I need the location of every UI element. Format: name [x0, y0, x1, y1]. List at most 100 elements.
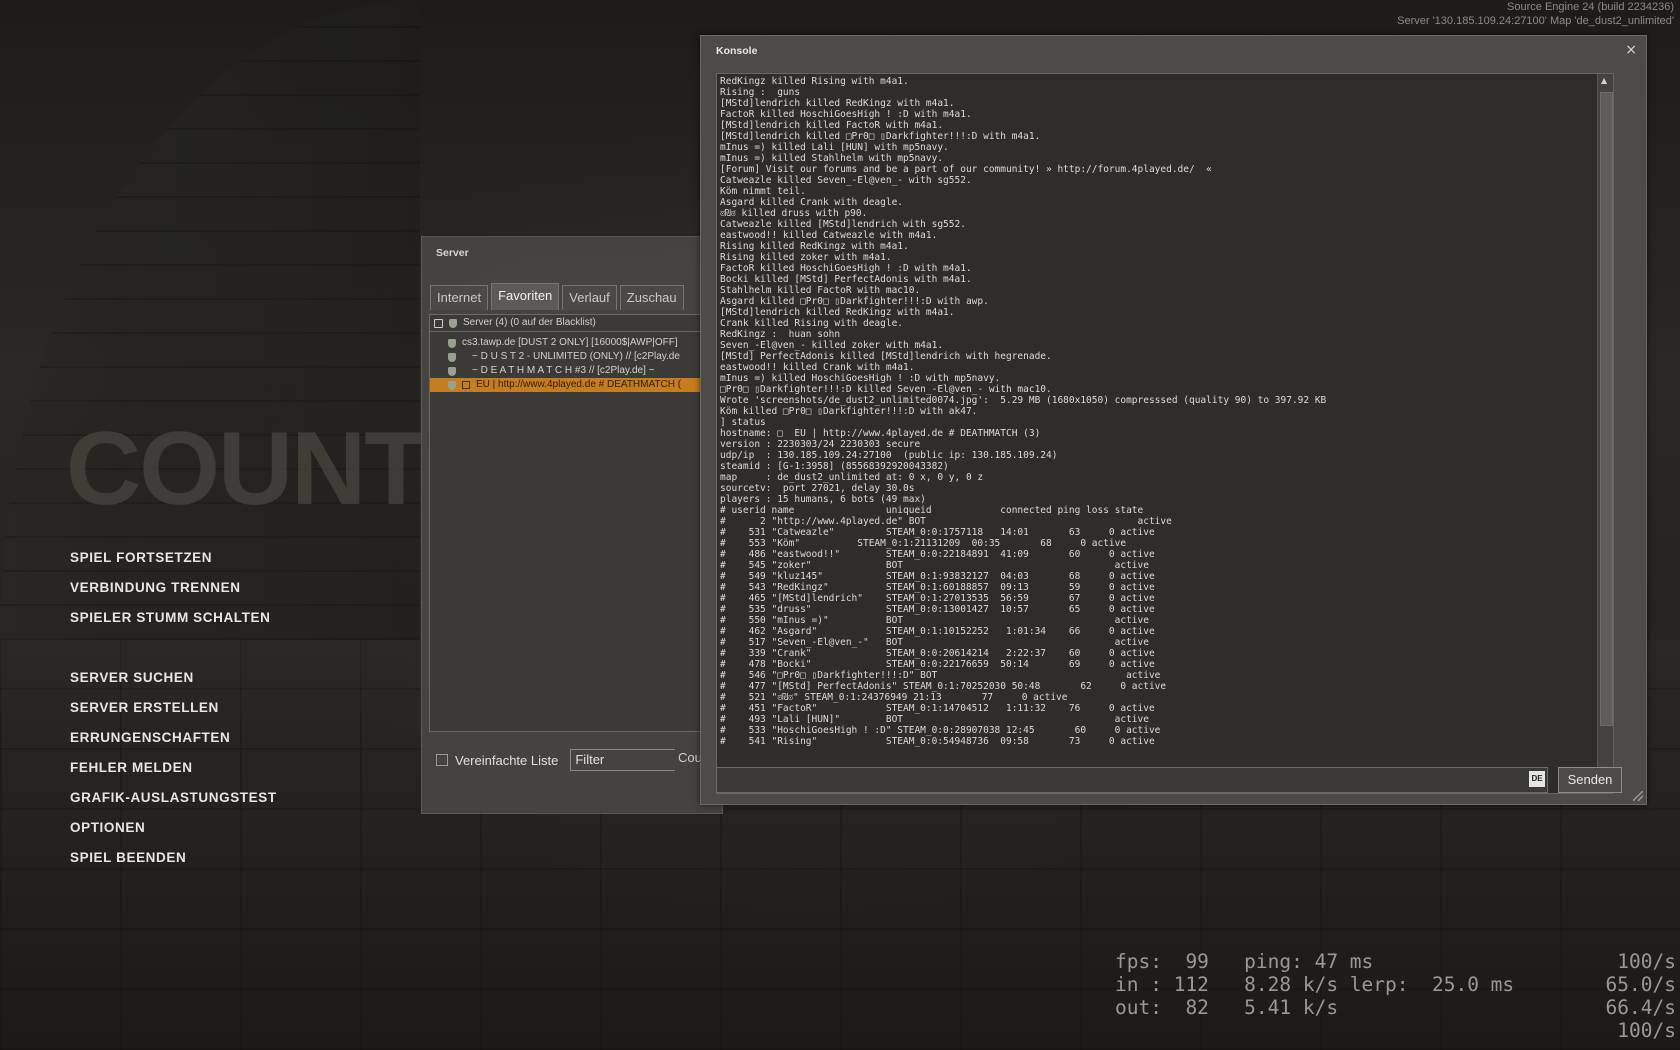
netgraph-fps-ping: fps: 99 ping: 47 ms: [1115, 950, 1374, 973]
console-line: # 546 "□Pr0□ ▯Darkfighter!!!:D" BOT acti…: [720, 670, 1161, 681]
console-line: # 553 "Köm" STEAM_0:1:21131209 00:35 68 …: [720, 538, 1127, 549]
console-line: Rising : guns: [720, 87, 801, 98]
console-line: FactoR killed HoschiGoesHigh ! :D with m…: [720, 263, 972, 274]
tab-spectate[interactable]: Zuschau: [619, 285, 684, 310]
console-line: RedKingz killed Rising with m4a1.: [720, 76, 909, 87]
rate-value: 65.0/s: [1605, 973, 1676, 996]
send-button[interactable]: Senden: [1558, 767, 1622, 793]
menu-quit-game[interactable]: SPIEL BEENDEN: [70, 848, 277, 878]
menu-create-server[interactable]: SERVER ERSTELLEN: [70, 698, 277, 728]
console-line: map : de_dust2_unlimited at: 0 x, 0 y, 0…: [720, 472, 984, 483]
console-log: RedKingz killed Rising with m4a1. Rising …: [716, 73, 1614, 794]
scroll-up-icon[interactable]: ▲: [1601, 76, 1607, 85]
shield-icon: [448, 352, 456, 362]
console-command-input[interactable]: DE: [716, 767, 1548, 793]
console-scrollbar[interactable]: ▲ ▼: [1597, 74, 1613, 793]
server-list-header-label: Server (4) (0 auf der Blacklist): [463, 317, 596, 328]
console-line: [MStd]lendrich killed RedKingz with m4a1…: [720, 307, 955, 318]
server-name: ~ D E A T H M A T C H #3 // [c2Play.de] …: [472, 365, 655, 376]
console-output: RedKingz killed Rising with m4a1. Rising …: [717, 74, 1588, 796]
shield-icon: [448, 380, 456, 390]
server-name: cs3.tawp.de [DUST 2 ONLY] [16000$|AWP|OF…: [462, 337, 678, 348]
filter-button[interactable]: Filter: [570, 749, 676, 771]
console-line: [Forum] Visit our forums and be a part o…: [720, 164, 1212, 175]
console-line: steamid : [G-1:3958] (85568392920043382): [720, 461, 949, 472]
netgraph-in: in : 112 8.28 k/s lerp: 25.0 ms: [1115, 973, 1515, 996]
shield-icon: [449, 318, 457, 328]
background-wall: [0, 0, 420, 640]
console-line: Bocki killed [MStd] PerfectAdonis with m…: [720, 274, 972, 285]
password-square-icon: [462, 381, 470, 389]
server-row[interactable]: cs3.tawp.de [DUST 2 ONLY] [16000$|AWP|OF…: [430, 336, 723, 350]
engine-version: Source Engine 24 (build 2234236): [1507, 1, 1674, 13]
console-line: # 462 "Asgard" STEAM_0:1:10152252 1:01:3…: [720, 626, 1155, 637]
menu-options[interactable]: OPTIONEN: [70, 818, 277, 848]
server-row[interactable]: ~ D U S T 2 - UNLIMITED (ONLY) // [c2Pla…: [430, 350, 723, 364]
menu-report-bug[interactable]: FEHLER MELDEN: [70, 758, 277, 788]
console-window: Konsole × RedKingz killed Rising with m4…: [700, 35, 1647, 805]
connect-button-partial[interactable]: Cou: [678, 750, 702, 765]
console-line: Catweazle killed [MStd]lendrich with sg5…: [720, 219, 966, 230]
console-line: Seven_-El@ven_- killed zoker with m4a1.: [720, 340, 944, 351]
console-line: ] status: [720, 417, 766, 428]
server-row-selected[interactable]: EU | http://www.4played.de # DEATHMATCH …: [430, 378, 723, 392]
console-line: mInus =) killed Stahlhelm with mp5navy.: [720, 153, 944, 164]
menu-disconnect[interactable]: VERBINDUNG TRENNEN: [70, 578, 277, 608]
console-line: Crank killed Rising with deagle.: [720, 318, 904, 329]
console-line: # 2 "http://www.4played.de" BOT active: [720, 516, 1172, 527]
console-line: # userid name uniqueid connected ping lo…: [720, 505, 1144, 516]
console-line: udp/ip : 130.185.109.24:27100 (public ip…: [720, 450, 1058, 461]
console-line: # 486 "eastwood!!" STEAM_0:0:22184891 41…: [720, 549, 1155, 560]
console-line: Stahlhelm killed FactoR with mac10.: [720, 285, 921, 296]
rate-value: 100/s: [1617, 950, 1676, 973]
server-browser-title: Server: [436, 247, 469, 259]
simplified-list-checkbox[interactable]: [436, 754, 448, 766]
menu-resume-game[interactable]: SPIEL FORTSETZEN: [70, 548, 277, 578]
console-line: # 531 "Catweazle" STEAM_0:0:1757118 14:0…: [720, 527, 1155, 538]
console-line: Asgard killed Crank with deagle.: [720, 197, 904, 208]
menu-mute-players[interactable]: SPIELER STUMM SCHALTEN: [70, 608, 277, 638]
console-line: # 493 "Lali [HUN]" BOT active: [720, 714, 1149, 725]
server-list-header[interactable]: Server (4) (0 auf der Blacklist): [430, 315, 723, 332]
console-line: # 549 "kluz145" STEAM_0:1:93832127 04:03…: [720, 571, 1155, 582]
console-line: [MStd]lendrich killed FactoR with m4a1.: [720, 120, 944, 131]
server-name: ~ D U S T 2 - UNLIMITED (ONLY) // [c2Pla…: [472, 351, 680, 362]
console-line: eastwood!! killed Catweazle with m4a1.: [720, 230, 938, 241]
tab-history[interactable]: Verlauf: [562, 285, 617, 310]
netgraph-rates: 100/s 65.0/s 66.4/s 100/s: [1606, 950, 1676, 1042]
tab-internet[interactable]: Internet: [430, 285, 489, 310]
console-line: # 533 "HoschiGoesHigh ! :D" STEAM_0:0:28…: [720, 725, 1161, 736]
simplified-list-label: Vereinfachte Liste: [455, 752, 559, 768]
console-line: # 517 "Seven_-El@ven_-" BOT active: [720, 637, 1149, 648]
menu-achievements[interactable]: ERRUNGENSCHAFTEN: [70, 728, 277, 758]
shield-icon: [448, 366, 456, 376]
server-browser-footer: Vereinfachte Liste Filter: [436, 749, 676, 771]
console-line: # 550 "mInus =)" BOT active: [720, 615, 1149, 626]
console-line: Köm killed □Pr0□ ▯Darkfighter!!!:D with …: [720, 406, 978, 417]
shield-icon: [448, 338, 456, 348]
console-line: # 465 "[MStd]lendrich" STEAM_0:1:2701353…: [720, 593, 1155, 604]
console-line: Catweazle killed Seven_-El@ven_- with sg…: [720, 175, 972, 186]
server-list: Server (4) (0 auf der Blacklist) cs3.taw…: [429, 314, 724, 732]
server-browser-window: Server Internet Favoriten Verlauf Zuscha…: [421, 236, 724, 814]
console-line: # 451 "FactoR" STEAM_0:1:14704512 1:11:3…: [720, 703, 1155, 714]
menu-stress-test[interactable]: GRAFIK-AUSLASTUNGSTEST: [70, 788, 277, 818]
console-line: [MStd] PerfectAdonis killed [MStd]lendri…: [720, 351, 1052, 362]
lock-icon: [434, 318, 443, 328]
close-icon[interactable]: ×: [1625, 42, 1637, 58]
console-line: [MStd]lendrich killed RedKingz with m4a1…: [720, 98, 955, 109]
console-line: [MStd]lendrich killed □Pr0□ ▯Darkfighter…: [720, 131, 1041, 142]
server-map-info: Server '130.185.109.24:27100' Map 'de_du…: [1397, 15, 1674, 27]
console-line: FactoR killed HoschiGoesHigh ! :D with m…: [720, 109, 972, 120]
tab-favorites[interactable]: Favoriten: [491, 283, 560, 310]
resize-grip-icon[interactable]: [1633, 791, 1643, 801]
console-line: mInus =) killed HoschiGoesHigh ! :D with…: [720, 373, 1001, 384]
scrollbar-thumb[interactable]: [1600, 92, 1613, 726]
menu-find-servers[interactable]: SERVER SUCHEN: [70, 668, 277, 698]
main-menu: SPIEL FORTSETZEN VERBINDUNG TRENNEN SPIE…: [70, 548, 277, 878]
netgraph-out: out: 82 5.41 k/s: [1115, 996, 1339, 1019]
console-line: # 521 "ಠ₪ಠ" STEAM_0:1:24376949 21:13 77 …: [720, 692, 1068, 703]
console-line: Rising killed RedKingz with m4a1.: [720, 241, 909, 252]
server-browser-tabs: Internet Favoriten Verlauf Zuschau: [430, 283, 687, 311]
server-row[interactable]: ~ D E A T H M A T C H #3 // [c2Play.de] …: [430, 364, 723, 378]
